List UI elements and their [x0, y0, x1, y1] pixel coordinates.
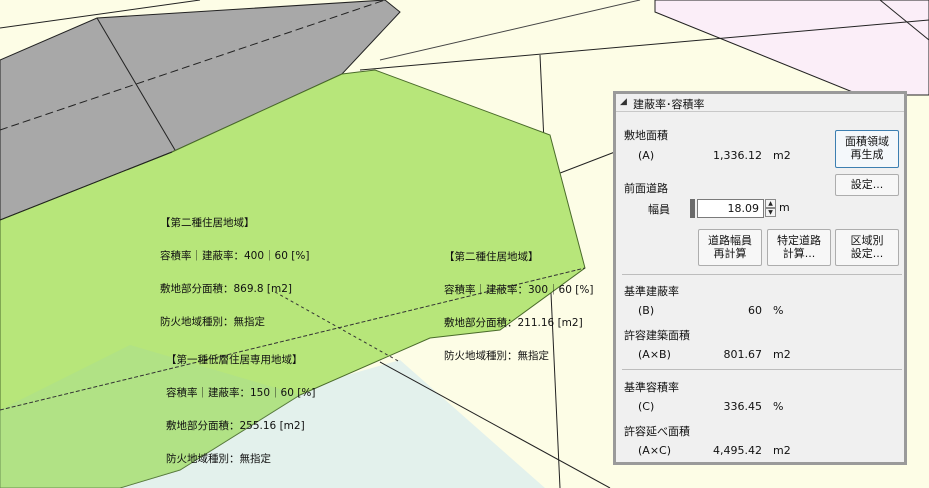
allowed-floor-label: (A×C) [638, 444, 672, 457]
zone-area: 敷地部分面積：869.8 [m2] [160, 283, 292, 295]
divider [622, 369, 902, 370]
panel-title-bar[interactable]: ◢ 建蔽率･容積率 [616, 94, 904, 112]
zone-fire: 防火地域種別：無指定 [166, 453, 271, 465]
far-label: (C) [638, 400, 655, 413]
button-label-2: 計算... [782, 247, 816, 260]
road-width-input[interactable]: 18.09 [697, 199, 764, 218]
spin-down-icon[interactable]: ▼ [765, 208, 776, 217]
zone-fire: 防火地域種別：無指定 [160, 316, 265, 328]
site-area-heading: 敷地面積 [624, 129, 668, 142]
coverage-unit: % [773, 304, 784, 317]
zone-fire: 防火地域種別：無指定 [444, 350, 549, 362]
button-label-2: 設定... [850, 247, 884, 260]
settings-button[interactable]: 設定... [835, 174, 899, 196]
allowed-building-value: 801.67 [723, 348, 763, 361]
road-width-unit: m [779, 201, 790, 214]
far-value: 336.45 [723, 400, 763, 413]
zone-label-2: 【第二種住居地域】 容積率｜建蔽率：300｜60 [%] 敷地部分面積：211.… [444, 230, 593, 373]
regenerate-area-button[interactable]: 面積領域 再生成 [835, 130, 899, 168]
zone-name: 【第二種住居地域】 [160, 217, 255, 229]
allowed-floor-unit: m2 [773, 444, 791, 457]
zone-settings-button[interactable]: 区域別 設定... [835, 229, 899, 266]
allowed-building-label: (A×B) [638, 348, 671, 361]
road-width-slider-handle[interactable] [690, 199, 695, 218]
button-label-1: 道路幅員 [708, 234, 752, 247]
site-area-label: (A) [638, 149, 655, 162]
zone-label-3: 【第一種低層住居専用地域】 容積率｜建蔽率：150｜60 [%] 敷地部分面積：… [166, 333, 315, 476]
zone-name: 【第二種住居地域】 [444, 251, 539, 263]
coverage-heading: 基準建蔽率 [624, 285, 679, 298]
zone-area: 敷地部分面積：211.16 [m2] [444, 317, 583, 329]
specific-road-calc-button[interactable]: 特定道路 計算... [767, 229, 831, 266]
allowed-floor-value: 4,495.42 [713, 444, 762, 457]
far-heading: 基準容積率 [624, 381, 679, 394]
zone-ratio: 容積率｜建蔽率：400｜60 [%] [160, 250, 310, 262]
zone-area: 敷地部分面積：255.16 [m2] [166, 420, 305, 432]
coverage-label: (B) [638, 304, 655, 317]
zone-name: 【第一種低層住居専用地域】 [166, 354, 303, 366]
zone-ratio: 容積率｜建蔽率：150｜60 [%] [166, 387, 316, 399]
button-label-2: 再計算 [713, 247, 747, 260]
zone-label-1: 【第二種住居地域】 容積率｜建蔽率：400｜60 [%] 敷地部分面積：869.… [160, 196, 309, 339]
road-width-spinner[interactable]: ▲ ▼ [765, 199, 776, 218]
button-label-1: 区域別 [850, 234, 884, 247]
panel-title: 建蔽率･容積率 [633, 98, 705, 111]
road-heading: 前面道路 [624, 182, 668, 195]
allowed-floor-heading: 許容延べ面積 [624, 425, 690, 438]
allowed-building-heading: 許容建築面積 [624, 329, 690, 342]
recalc-road-width-button[interactable]: 道路幅員 再計算 [698, 229, 762, 266]
allowed-building-unit: m2 [773, 348, 791, 361]
spin-up-icon[interactable]: ▲ [765, 199, 776, 208]
regen-label-2: 再生成 [850, 148, 884, 161]
coverage-floor-ratio-panel: ◢ 建蔽率･容積率 敷地面積 (A) 1,336.12 m2 面積領域 再生成 … [613, 91, 907, 465]
site-area-value: 1,336.12 [713, 149, 762, 162]
regen-label-1: 面積領域 [845, 135, 889, 148]
collapse-triangle-icon[interactable]: ◢ [620, 97, 627, 107]
site-area-unit: m2 [773, 149, 791, 162]
button-label-1: 特定道路 [777, 234, 821, 247]
zone-ratio: 容積率｜建蔽率：300｜60 [%] [444, 284, 594, 296]
divider [622, 274, 902, 275]
coverage-value: 60 [748, 304, 762, 317]
road-width-label: 幅員 [648, 203, 670, 216]
far-unit: % [773, 400, 784, 413]
